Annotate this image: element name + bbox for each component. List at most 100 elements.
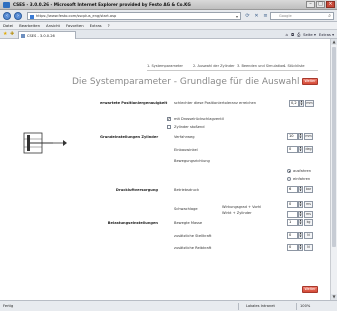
schwachlage-input[interactable]: 0 — [287, 201, 298, 208]
window-controls: – □ × — [306, 1, 335, 8]
stellkraft-input[interactable]: 0 — [287, 232, 298, 239]
verfahrweg-unit[interactable]: mm — [304, 133, 313, 140]
print-icon[interactable]: ⎙ — [297, 31, 300, 38]
positionier-spinner[interactable]: ▲ ▼ — [299, 100, 304, 107]
address-url: https://www.festo.com/sscplus_eng/start.… — [36, 14, 117, 18]
window-title: CSES - 3.0.0.26 - Microsoft Internet Exp… — [13, 2, 191, 7]
zoom-level[interactable]: 100% — [300, 304, 310, 308]
status-separator-2 — [296, 303, 297, 310]
menu-ansicht[interactable]: Ansicht — [46, 22, 60, 29]
step-3[interactable]: 3. Beenden und Simulation — [237, 64, 285, 68]
tab-title: CSES - 3.0.0.26 — [27, 33, 55, 38]
schwachlage-label: Schwachlage — [174, 207, 198, 211]
ausfahren-label: ausfahren — [293, 168, 311, 173]
zylinder-stossend-label: Zylinder stoßend — [174, 124, 205, 129]
stellkraft-unit[interactable]: N — [304, 232, 313, 239]
command-bar: ⌂ ◘ ⎙ Seite ▾ Extras ▾ — [286, 31, 334, 38]
step-2[interactable]: 2. Auswahl der Zylinder — [193, 64, 235, 68]
einfahren-radio[interactable] — [287, 177, 291, 181]
stellkraft-label: zusätzliche Stellkraft — [174, 234, 212, 238]
reibkraft-spinner[interactable]: ▲ ▼ — [298, 244, 303, 251]
betriebsdruck-input[interactable]: 6 — [287, 186, 298, 193]
search-placeholder: Google — [279, 14, 292, 18]
bewegte-masse-unit[interactable]: kg — [304, 219, 313, 226]
add-favorite-icon[interactable]: ✚ — [10, 31, 14, 37]
close-button[interactable]: × — [326, 1, 335, 8]
verfahrweg-label: Verfahrweg — [174, 135, 195, 139]
ausfahren-radio[interactable] — [287, 169, 291, 173]
einbauwinkel-input[interactable]: 0 — [287, 146, 298, 153]
drossel-checkbox[interactable] — [167, 116, 171, 121]
bewegte-masse-input[interactable]: 1 — [287, 219, 298, 226]
window-titlebar: CSES - 3.0.0.26 - Microsoft Internet Exp… — [0, 0, 337, 10]
schwachlage-input-2[interactable] — [287, 211, 298, 218]
reibkraft-unit[interactable]: N — [304, 244, 313, 251]
einbauwinkel-unit[interactable]: deg — [304, 146, 313, 153]
verfahrweg-input[interactable]: 10 — [287, 133, 298, 140]
betriebsdruck-unit[interactable]: bar — [304, 186, 313, 193]
page-content: 1. Systemparameter 2. Auswahl der Zylind… — [0, 39, 330, 300]
cylinder-illustration-icon — [23, 132, 67, 154]
menu-bearbeiten[interactable]: Bearbeiten — [19, 22, 40, 29]
bewegte-masse-label: Bewegte Masse — [174, 221, 203, 225]
weiter-button-top[interactable]: Weiter » — [302, 78, 318, 88]
menu-favoriten[interactable]: Favoriten — [66, 22, 84, 29]
stellkraft-spinner[interactable]: ▲ ▼ — [298, 232, 303, 239]
vertical-scrollbar[interactable]: ▲ ▼ — [330, 39, 337, 300]
betriebsdruck-spinner[interactable]: ▲ ▼ — [298, 186, 303, 193]
extras-menu[interactable]: Extras ▾ — [319, 31, 334, 38]
positionier-unit[interactable]: mm — [305, 100, 314, 107]
weiter-button-bottom[interactable]: Weiter » — [302, 286, 318, 296]
back-arrow-icon[interactable]: ‹ — [3, 12, 11, 20]
ie-app-icon — [3, 2, 10, 8]
druck-section-label: Druckluftversorgung — [115, 188, 158, 192]
menu-extras[interactable]: Extras — [90, 22, 102, 29]
zylinder-stossend-checkbox[interactable] — [167, 125, 171, 129]
status-bar: Fertig Lokales Intranet 100% — [0, 300, 337, 311]
zylinder-section-label: Grundeinstellungen Zylinder — [100, 135, 159, 139]
nav-icons: ⟳ ✕ ≡ — [244, 12, 269, 20]
tab-page-icon — [21, 34, 25, 38]
stop-icon[interactable]: ✕ — [253, 12, 260, 20]
positionier-hint: schlechter diese Positioniertoleranz err… — [174, 101, 257, 105]
step-4[interactable]: 4. Stückliste — [283, 64, 305, 68]
step-1[interactable]: 1. Systemparameter — [147, 64, 183, 68]
scroll-thumb[interactable] — [332, 47, 336, 247]
schwachlage-sub2: Wirkt + Zylinder — [222, 211, 252, 215]
schwachlage-sub1: Wirkungsgrad + Vorhl — [222, 205, 262, 209]
forward-arrow-icon[interactable]: › — [14, 12, 22, 20]
maximize-button[interactable]: □ — [316, 1, 325, 8]
schwachlage-unit-2[interactable]: ms — [304, 211, 313, 218]
home-icon[interactable]: ⌂ — [286, 31, 288, 38]
rss-icon[interactable]: ≡ — [262, 12, 269, 20]
verfahrweg-spinner[interactable]: ▲ ▼ — [298, 133, 303, 140]
bewegungsrichtung-label: Bewegungsrichtung — [174, 159, 210, 163]
status-separator — [238, 303, 239, 310]
positionier-label: erwartete Positioniergenauigkeit — [100, 101, 168, 105]
positionier-input[interactable]: 0,2 — [289, 100, 299, 107]
search-icon[interactable]: ⌕ — [328, 13, 331, 19]
tab-bar: ★ ✚ CSES - 3.0.0.26 ⌂ ◘ ⎙ Seite ▾ Extras… — [0, 30, 337, 39]
search-input[interactable]: Google ⌕ — [270, 12, 334, 20]
scroll-up-icon[interactable]: ▲ — [331, 39, 337, 45]
menu-help[interactable]: ? — [108, 22, 110, 29]
belastung-section-label: Belastungseinstellungen — [107, 221, 158, 225]
tab-cses[interactable]: CSES - 3.0.0.26 — [18, 31, 76, 39]
address-bar[interactable]: https://www.festo.com/sscplus_eng/start.… — [27, 12, 241, 20]
refresh-icon[interactable]: ⟳ — [244, 12, 251, 20]
feeds-icon[interactable]: ◘ — [291, 31, 294, 38]
favorites-star-icon[interactable]: ★ — [3, 31, 7, 37]
page-menu[interactable]: Seite ▾ — [303, 31, 316, 38]
minimize-button[interactable]: – — [306, 1, 315, 8]
page-title: Die Systemparameter - Grundlage für die … — [72, 77, 300, 87]
betriebsdruck-label: Betriebsdruck — [174, 188, 200, 192]
einbauwinkel-spinner[interactable]: ▲ ▼ — [298, 146, 303, 153]
menu-datei[interactable]: Datei — [3, 22, 13, 29]
schwachlage-unit[interactable]: ms — [304, 201, 313, 208]
address-dropdown-icon[interactable]: ▾ — [236, 14, 238, 19]
schwachlage-spinner[interactable]: ▲ ▼ — [298, 201, 303, 208]
steps-divider — [147, 70, 318, 71]
reibkraft-input[interactable]: 0 — [287, 244, 298, 251]
bewegte-masse-spinner[interactable]: ▲ ▼ — [298, 219, 303, 226]
schwachlage-spinner-2[interactable]: ▲ ▼ — [298, 211, 303, 218]
